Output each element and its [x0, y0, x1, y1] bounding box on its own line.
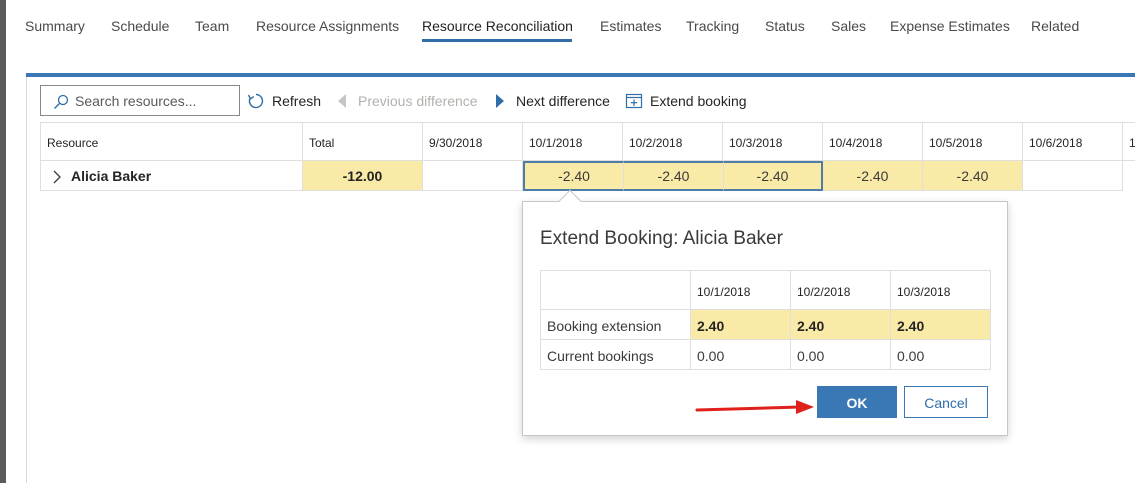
active-tab-indicator [422, 39, 572, 42]
next-difference-button[interactable]: Next difference [494, 92, 614, 110]
tab-tracking[interactable]: Tracking [686, 18, 739, 34]
booking-extension-value: 2.40 [690, 309, 791, 340]
triangle-left-icon [338, 94, 346, 108]
previous-difference-label: Previous difference [358, 93, 478, 109]
value-cell-selected[interactable]: -2.40 [723, 161, 823, 191]
header-date[interactable]: 10/4/2018 [823, 122, 923, 161]
chevron-right-icon[interactable] [52, 170, 62, 184]
tab-schedule[interactable]: Schedule [111, 18, 169, 34]
header-date[interactable]: 9/30/2018 [423, 122, 523, 161]
tab-sales[interactable]: Sales [831, 18, 866, 34]
tab-resource-reconciliation[interactable]: Resource Reconciliation [422, 18, 573, 34]
tab-expense-estimates[interactable]: Expense Estimates [890, 18, 1010, 34]
resource-name-label: Alicia Baker [71, 168, 152, 184]
refresh-label: Refresh [272, 93, 322, 109]
extend-booking-button[interactable]: Extend booking [625, 92, 750, 110]
tab-status[interactable]: Status [765, 18, 805, 34]
triangle-right-icon [496, 94, 504, 108]
next-difference-label: Next difference [516, 93, 610, 109]
dialog-date-header: 10/1/2018 [690, 270, 791, 310]
current-bookings-value: 0.00 [890, 339, 991, 370]
search-box[interactable] [40, 85, 240, 116]
header-date[interactable]: 10/1/2018 [523, 122, 623, 161]
tab-summary[interactable]: Summary [25, 18, 85, 34]
tab-estimates[interactable]: Estimates [600, 18, 661, 34]
window-left-edge [0, 0, 6, 483]
current-bookings-value: 0.00 [790, 339, 891, 370]
tab-team[interactable]: Team [195, 18, 229, 34]
dialog-table-corner [540, 270, 691, 310]
annotation-arrow-icon [695, 400, 814, 414]
header-date[interactable]: 10/3/2018 [723, 122, 823, 161]
header-date[interactable]: 10 [1123, 122, 1135, 161]
booking-extension-label: Booking extension [540, 309, 691, 340]
value-cell-selected[interactable]: -2.40 [523, 161, 623, 191]
dialog-title: Extend Booking: Alicia Baker [540, 228, 783, 249]
refresh-icon [247, 93, 264, 109]
ok-button[interactable]: OK [817, 386, 897, 418]
total-cell[interactable]: -12.00 [303, 161, 423, 191]
top-tab-bar: Summary Schedule Team Resource Assignmen… [6, 0, 1135, 52]
current-bookings-value: 0.00 [690, 339, 791, 370]
header-date[interactable]: 10/6/2018 [1023, 122, 1123, 161]
value-cell[interactable] [1023, 161, 1123, 191]
header-date[interactable]: 10/2/2018 [623, 122, 723, 161]
dialog-date-header: 10/3/2018 [890, 270, 991, 310]
booking-extension-value: 2.40 [790, 309, 891, 340]
value-cell-selected[interactable]: -2.40 [623, 161, 723, 191]
booking-extension-value: 2.40 [890, 309, 991, 340]
header-date[interactable]: 10/5/2018 [923, 122, 1023, 161]
tab-resource-assignments[interactable]: Resource Assignments [256, 18, 399, 34]
current-bookings-label: Current bookings [540, 339, 691, 370]
value-cell[interactable]: -2.40 [923, 161, 1023, 191]
value-cell[interactable] [423, 161, 523, 191]
resource-row-name[interactable]: Alicia Baker [40, 161, 303, 191]
search-input[interactable] [75, 91, 235, 111]
header-resource[interactable]: Resource [40, 122, 303, 161]
previous-difference-button[interactable]: Previous difference [336, 92, 481, 110]
dialog-date-header: 10/2/2018 [790, 270, 891, 310]
cancel-button[interactable]: Cancel [904, 386, 988, 418]
refresh-button[interactable]: Refresh [247, 92, 322, 110]
header-total[interactable]: Total [303, 122, 423, 161]
tab-related[interactable]: Related [1031, 18, 1079, 34]
search-icon [54, 94, 69, 109]
calendar-add-icon [625, 93, 643, 109]
value-cell[interactable]: -2.40 [823, 161, 923, 191]
extend-booking-label: Extend booking [650, 93, 747, 109]
